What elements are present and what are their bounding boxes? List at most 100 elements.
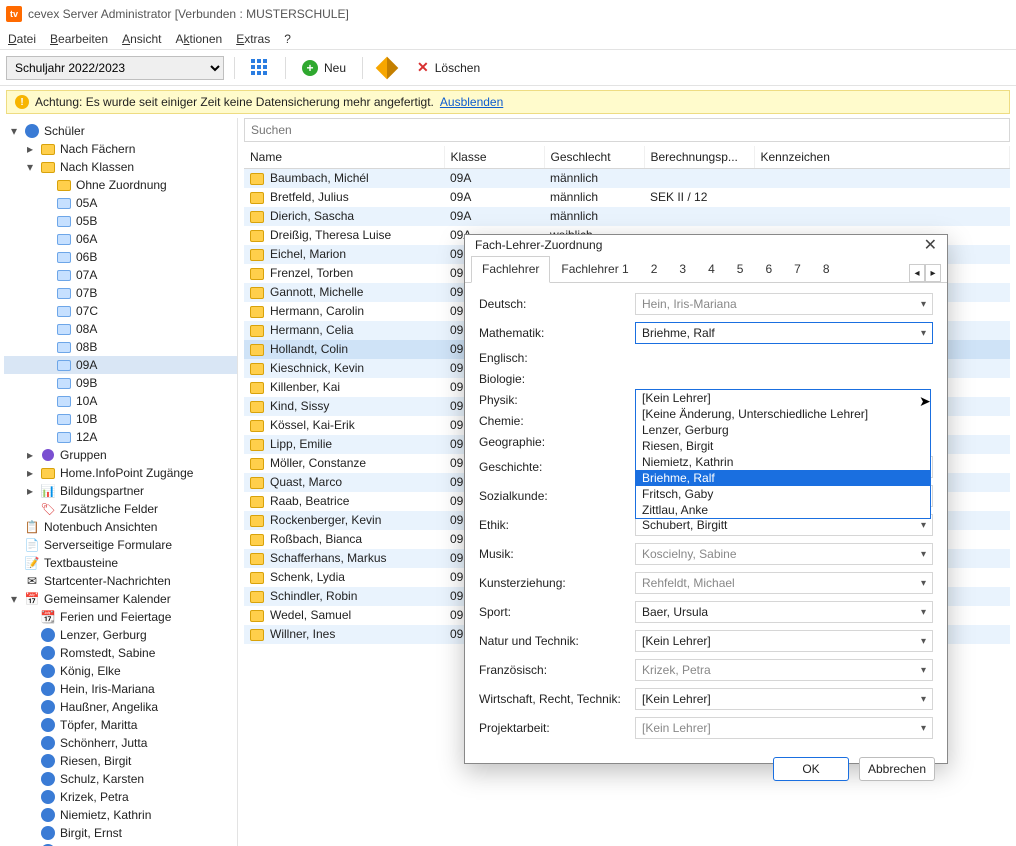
cancel-button[interactable]: Abbrechen: [859, 757, 935, 781]
dialog-close-icon[interactable]: ✕: [924, 235, 937, 255]
col-berechnung[interactable]: Berechnungsp...: [644, 146, 754, 169]
tree-home-infopoint[interactable]: ▸Home.InfoPoint Zugänge: [4, 464, 237, 482]
nav-tree: ▾Schüler▸Nach Fächern▾Nach KlassenOhne Z…: [4, 122, 237, 846]
tree-class-08B[interactable]: 08B: [4, 338, 237, 356]
kunst-select[interactable]: Rehfeldt, Michael▾: [635, 572, 933, 594]
tab-7[interactable]: 7: [783, 256, 812, 282]
toolbar: Schuljahr 2022/2023 +Neu ✕Löschen: [0, 50, 1016, 86]
dropdown-option[interactable]: [Keine Änderung, Unterschiedliche Lehrer…: [636, 406, 930, 422]
menu-extras[interactable]: Extras: [236, 32, 270, 46]
warning-text: Achtung: Es wurde seit einiger Zeit kein…: [35, 95, 434, 109]
tree-person[interactable]: Birgit, Ernst: [4, 824, 237, 842]
tree-class-08A[interactable]: 08A: [4, 320, 237, 338]
tree-zusatz-felder[interactable]: 🏷Zusätzliche Felder: [4, 500, 237, 518]
col-name[interactable]: Name: [244, 146, 444, 169]
tree-person[interactable]: Krizek, Petra: [4, 788, 237, 806]
mathematik-select[interactable]: Briehme, Ralf▾: [635, 322, 933, 344]
tree-gruppen[interactable]: ▸Gruppen: [4, 446, 237, 464]
tree-nach-klassen[interactable]: ▾Nach Klassen: [4, 158, 237, 176]
sport-select[interactable]: Baer, Ursula▾: [635, 601, 933, 623]
dropdown-option[interactable]: Zittlau, Anke: [636, 502, 930, 518]
tree-schueler[interactable]: ▾Schüler: [4, 122, 237, 140]
tree-class-05B[interactable]: 05B: [4, 212, 237, 230]
musik-select[interactable]: Koscielny, Sabine▾: [635, 543, 933, 565]
menu-datei[interactable]: Datei: [8, 32, 36, 46]
tab-1[interactable]: Fachlehrer 1: [550, 256, 639, 282]
tab-3[interactable]: 3: [668, 256, 697, 282]
tab-fachlehrer[interactable]: Fachlehrer: [471, 256, 550, 283]
tab-2[interactable]: 2: [640, 256, 669, 282]
tree-class-07A[interactable]: 07A: [4, 266, 237, 284]
tree-class-09B[interactable]: 09B: [4, 374, 237, 392]
tree-person[interactable]: Schulz, Karsten: [4, 770, 237, 788]
col-geschlecht[interactable]: Geschlecht: [544, 146, 644, 169]
table-row[interactable]: Baumbach, Michél09Amännlich: [244, 169, 1010, 188]
tabs-scroll-right-icon[interactable]: ▸: [925, 264, 941, 282]
tab-6[interactable]: 6: [754, 256, 783, 282]
tree-person[interactable]: Romstedt, Sabine: [4, 644, 237, 662]
dropdown-option[interactable]: Briehme, Ralf: [636, 470, 930, 486]
search-input[interactable]: [244, 118, 1010, 142]
dropdown-option[interactable]: Lenzer, Gerburg: [636, 422, 930, 438]
natur-select[interactable]: [Kein Lehrer]▾: [635, 630, 933, 652]
tree-class-10B[interactable]: 10B: [4, 410, 237, 428]
tree-person[interactable]: Hein, Iris-Mariana: [4, 680, 237, 698]
x-icon: ✕: [417, 59, 429, 76]
tree-nach-faechern[interactable]: ▸Nach Fächern: [4, 140, 237, 158]
tree-class-10A[interactable]: 10A: [4, 392, 237, 410]
tree-textbausteine[interactable]: 📝Textbausteine: [4, 554, 237, 572]
dropdown-option[interactable]: Niemietz, Kathrin: [636, 454, 930, 470]
ok-button[interactable]: OK: [773, 757, 849, 781]
dropdown-option[interactable]: Fritsch, Gaby: [636, 486, 930, 502]
subject-teacher-dialog: Fach-Lehrer-Zuordnung ✕ Fachlehrer Fachl…: [464, 234, 948, 764]
tab-5[interactable]: 5: [726, 256, 755, 282]
tree-class-12A[interactable]: 12A: [4, 428, 237, 446]
table-row[interactable]: Dierich, Sascha09Amännlich: [244, 207, 1010, 226]
edit-button[interactable]: [373, 58, 401, 78]
franz-select[interactable]: Krizek, Petra▾: [635, 659, 933, 681]
wirtschaft-select[interactable]: [Kein Lehrer]▾: [635, 688, 933, 710]
tree-person[interactable]: Lenzer, Gerburg: [4, 626, 237, 644]
tab-4[interactable]: 4: [697, 256, 726, 282]
delete-button[interactable]: ✕Löschen: [411, 57, 486, 78]
deutsch-select[interactable]: Hein, Iris-Mariana▾: [635, 293, 933, 315]
tabs-scroll-left-icon[interactable]: ◂: [909, 264, 925, 282]
tree-class-07B[interactable]: 07B: [4, 284, 237, 302]
tree-class-06A[interactable]: 06A: [4, 230, 237, 248]
grid-view-button[interactable]: [245, 57, 275, 79]
separator: [234, 57, 235, 79]
table-row[interactable]: Bretfeld, Julius09AmännlichSEK II / 12: [244, 188, 1010, 207]
mathematik-dropdown-list[interactable]: [Kein Lehrer][Keine Änderung, Unterschie…: [635, 389, 931, 519]
new-button[interactable]: +Neu: [296, 58, 352, 78]
projekt-select[interactable]: [Kein Lehrer]▾: [635, 717, 933, 739]
tree-person[interactable]: Briehme, Ralf: [4, 842, 237, 846]
tree-notenbuch[interactable]: 📋Notenbuch Ansichten: [4, 518, 237, 536]
tree-ohne-zuordnung[interactable]: Ohne Zuordnung: [4, 176, 237, 194]
dropdown-option[interactable]: [Kein Lehrer]: [636, 390, 930, 406]
col-klasse[interactable]: Klasse: [444, 146, 544, 169]
tree-person[interactable]: Schönherr, Jutta: [4, 734, 237, 752]
warning-hide-link[interactable]: Ausblenden: [440, 95, 503, 109]
tree-person[interactable]: Riesen, Birgit: [4, 752, 237, 770]
tree-startcenter[interactable]: ✉Startcenter-Nachrichten: [4, 572, 237, 590]
tree-person[interactable]: Haußner, Angelika: [4, 698, 237, 716]
tree-class-09A[interactable]: 09A: [4, 356, 237, 374]
menu-ansicht[interactable]: Ansicht: [122, 32, 161, 46]
menu-help[interactable]: ?: [284, 32, 291, 46]
tree-kalender[interactable]: ▾📅Gemeinsamer Kalender: [4, 590, 237, 608]
tab-8[interactable]: 8: [812, 256, 841, 282]
tree-serverformulare[interactable]: 📄Serverseitige Formulare: [4, 536, 237, 554]
menu-bearbeiten[interactable]: Bearbeiten: [50, 32, 108, 46]
tree-person[interactable]: König, Elke: [4, 662, 237, 680]
col-kennzeichen[interactable]: Kennzeichen: [754, 146, 1010, 169]
tree-person[interactable]: Töpfer, Maritta: [4, 716, 237, 734]
schoolyear-select[interactable]: Schuljahr 2022/2023: [6, 56, 224, 80]
tree-class-05A[interactable]: 05A: [4, 194, 237, 212]
tree-class-06B[interactable]: 06B: [4, 248, 237, 266]
tree-ferien[interactable]: 📆Ferien und Feiertage: [4, 608, 237, 626]
tree-person[interactable]: Niemietz, Kathrin: [4, 806, 237, 824]
dropdown-option[interactable]: Riesen, Birgit: [636, 438, 930, 454]
tree-class-07C[interactable]: 07C: [4, 302, 237, 320]
tree-bildungspartner[interactable]: ▸📊Bildungspartner: [4, 482, 237, 500]
menu-aktionen[interactable]: Aktionen: [175, 32, 222, 46]
